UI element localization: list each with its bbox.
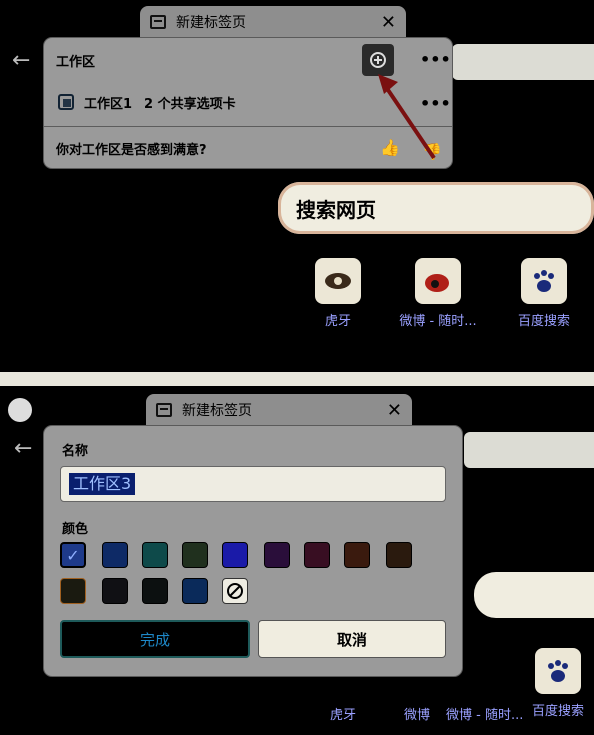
color-swatch[interactable] [142, 542, 168, 568]
top-browser: 新建标签页 ✕ ← 工作区 ••• 工作区1 2 个共享选项卡 ••• 你对工作… [0, 0, 594, 372]
address-bar[interactable] [452, 44, 594, 80]
color-swatch[interactable] [102, 542, 128, 568]
tab-title: 新建标签页 [176, 15, 246, 31]
close-icon[interactable]: ✕ [387, 400, 402, 421]
shortcut-label[interactable]: 虎牙 [330, 704, 356, 723]
color-swatch[interactable] [60, 578, 86, 604]
bottom-browser: 新建标签页 ✕ ← 名称 工作区3 颜色 ✓ 完成 取消 虎牙 微博 微博 - … [0, 386, 594, 735]
shortcut-weibo[interactable]: 微博 - 随时... [378, 258, 498, 329]
search-placeholder: 搜索网页 [296, 197, 376, 222]
profile-avatar[interactable] [8, 398, 32, 422]
shortcut-label: 微博 - 随时... [399, 314, 477, 329]
no-color-icon [227, 583, 243, 599]
no-color-swatch[interactable] [222, 578, 248, 604]
close-icon[interactable]: ✕ [381, 12, 396, 33]
color-swatch[interactable] [304, 542, 330, 568]
color-swatch[interactable] [386, 542, 412, 568]
done-button[interactable]: 完成 [60, 620, 250, 658]
color-swatch[interactable] [344, 542, 370, 568]
shortcut-baidu[interactable]: 百度搜索 [484, 258, 594, 329]
back-arrow-icon[interactable]: ← [14, 436, 32, 461]
panel-title: 工作区 [56, 54, 96, 70]
workspace-name-value: 工作区3 [69, 473, 136, 495]
eye-icon [315, 258, 361, 304]
workspace-item-name[interactable]: 工作区1 [84, 93, 132, 112]
paw-icon [535, 648, 581, 694]
tab-page-icon [156, 403, 172, 417]
add-circle-icon [370, 52, 386, 68]
annotation-arrow [378, 74, 436, 160]
color-swatch[interactable] [264, 542, 290, 568]
search-input[interactable]: 搜索网页 [278, 182, 594, 234]
tab-new-tab[interactable]: 新建标签页 ✕ [146, 394, 412, 426]
back-arrow-icon[interactable]: ← [12, 48, 30, 73]
shortcut-baidu[interactable]: 百度搜索 [498, 648, 594, 719]
tab-title: 新建标签页 [182, 403, 252, 419]
color-swatch[interactable] [142, 578, 168, 604]
section-separator [0, 372, 594, 386]
tab-new-tab[interactable]: 新建标签页 ✕ [140, 6, 406, 38]
workspace-icon [58, 94, 74, 110]
paw-icon [521, 258, 567, 304]
cancel-button[interactable]: 取消 [258, 620, 446, 658]
address-bar[interactable] [464, 432, 594, 468]
check-icon: ✓ [66, 545, 80, 565]
shortcut-label[interactable]: 微博 [404, 704, 430, 723]
more-options-icon[interactable]: ••• [420, 50, 451, 69]
workspace-item-shared: 2 个共享选项卡 [144, 96, 236, 112]
color-swatch[interactable] [182, 542, 208, 568]
color-label: 颜色 [62, 522, 89, 537]
name-label: 名称 [62, 444, 89, 459]
edit-workspace-dialog: 名称 工作区3 颜色 ✓ 完成 取消 [44, 426, 462, 676]
weibo-icon [415, 258, 461, 304]
tab-page-icon [150, 15, 166, 29]
color-swatch[interactable] [182, 578, 208, 604]
search-box-partial[interactable] [474, 572, 594, 618]
feedback-question: 你对工作区是否感到满意? [56, 142, 207, 158]
color-swatch[interactable] [222, 542, 248, 568]
color-swatch-selected[interactable]: ✓ [60, 542, 86, 568]
shortcut-label: 百度搜索 [531, 704, 584, 719]
color-swatch[interactable] [102, 578, 128, 604]
shortcut-label: 百度搜索 [517, 314, 570, 329]
workspace-name-field[interactable]: 工作区3 [60, 466, 446, 502]
